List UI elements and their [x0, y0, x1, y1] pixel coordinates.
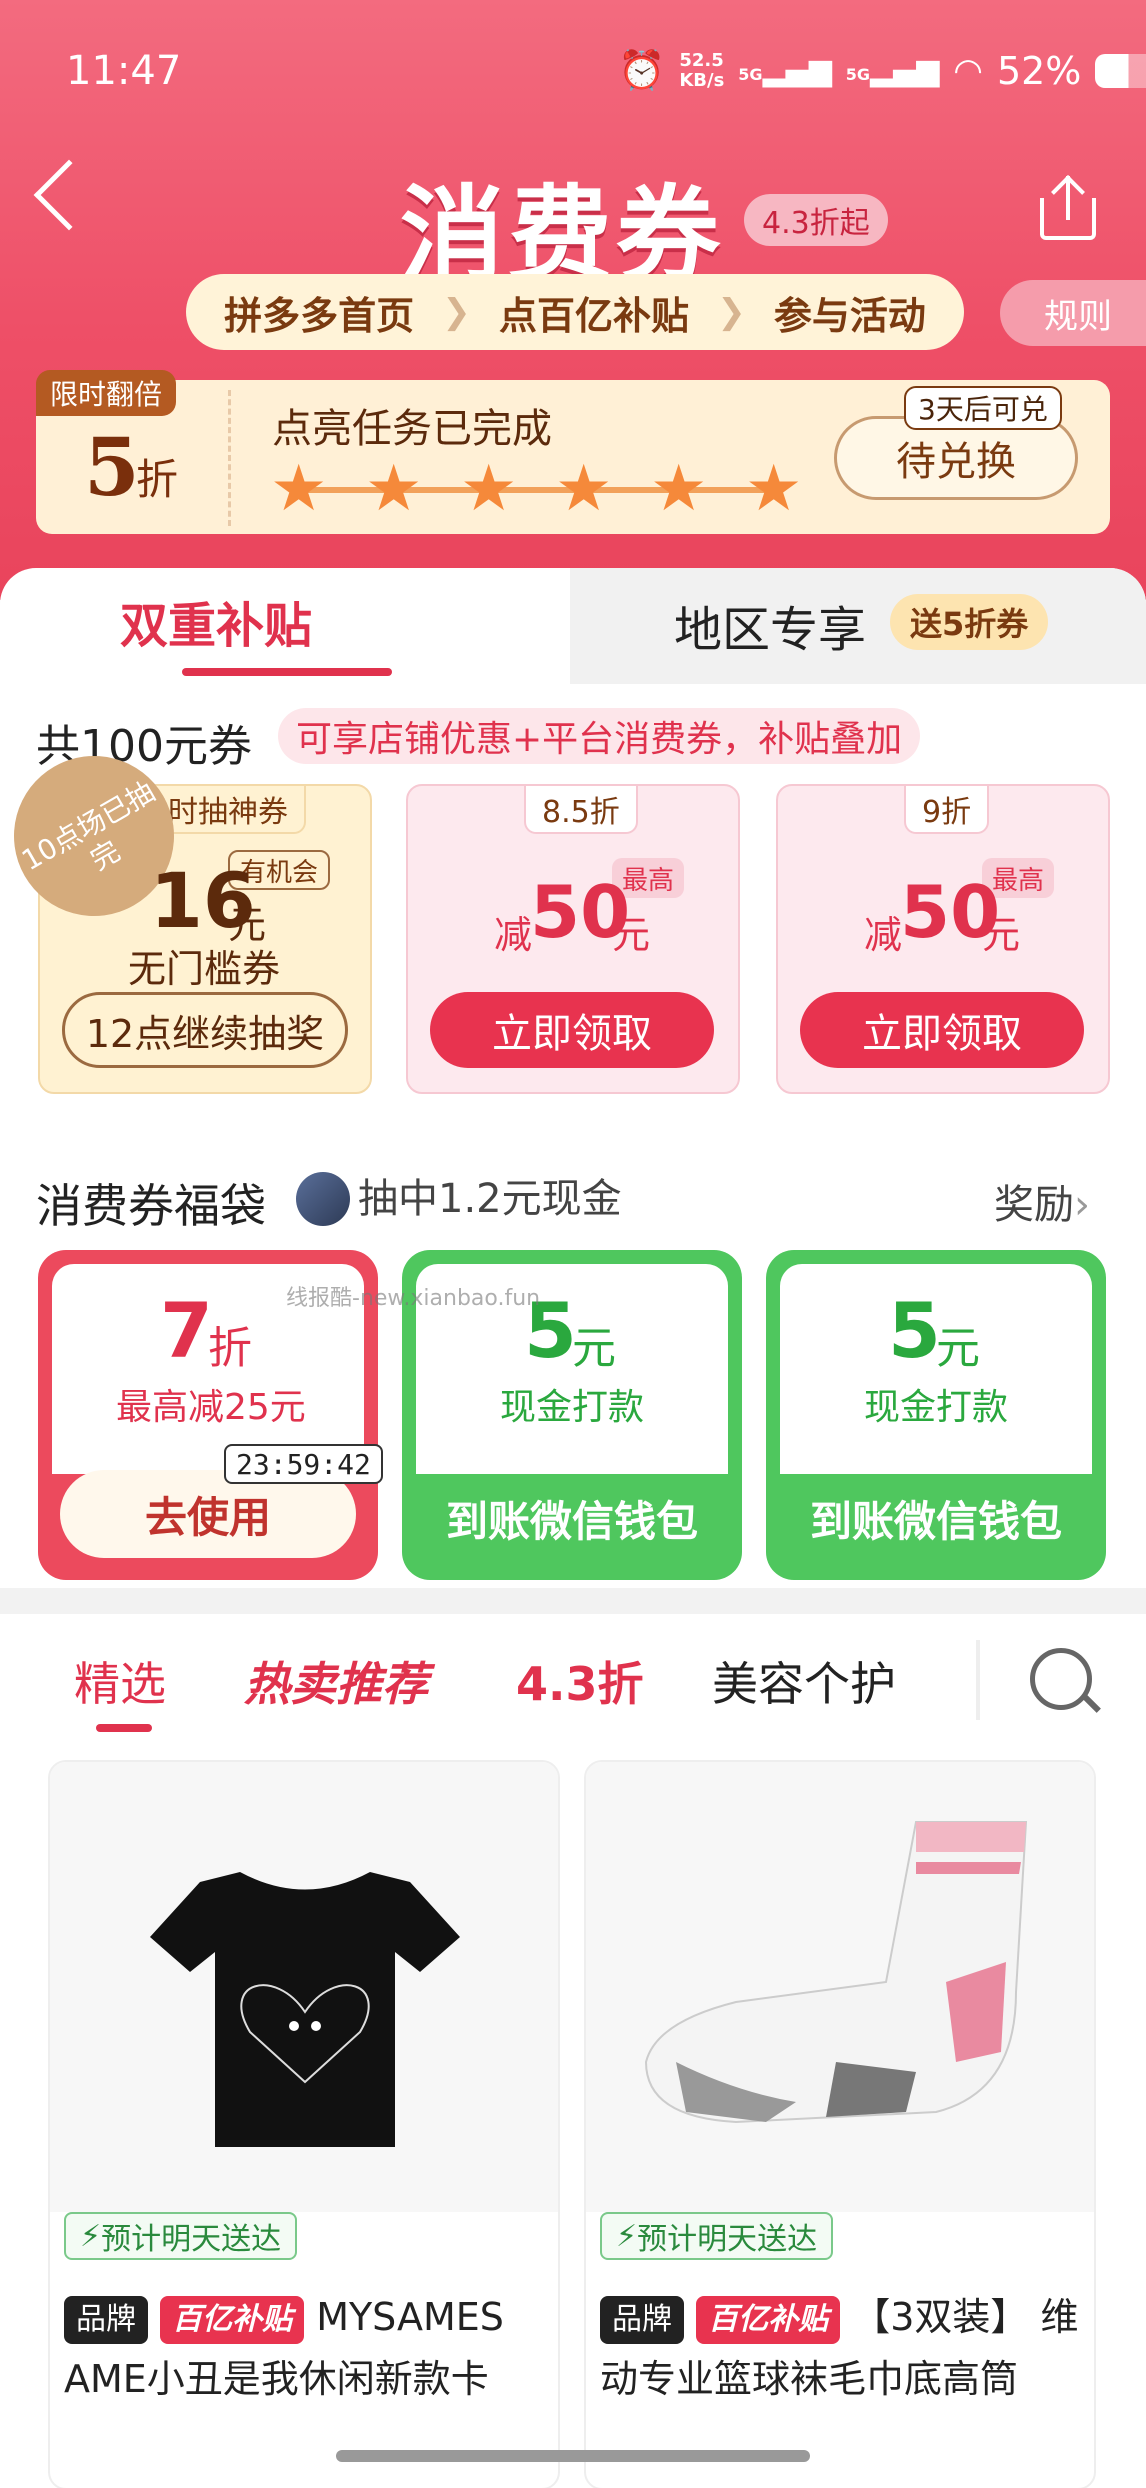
net-speed: 52.5 KB/s	[679, 49, 725, 91]
reward-unit: 元	[936, 1323, 980, 1374]
task-discount: 5	[84, 420, 140, 514]
delivery-badge: ⚡ 预计明天送达	[64, 2212, 298, 2260]
tab-regional[interactable]: 地区专享	[674, 590, 866, 660]
battery-text: 52%	[996, 48, 1082, 93]
signal-icon-2: 5G▂▄▆	[845, 53, 940, 88]
product-title: 品牌 百亿补贴 MYSAMES AME小丑是我休闲新款卡	[64, 2295, 504, 2401]
star-icon: ★	[555, 452, 613, 526]
reward-value: 7	[160, 1286, 213, 1375]
chevron-right-icon: ❯	[717, 292, 746, 332]
star-icon: ★	[745, 452, 803, 526]
coupon-desc: 无门槛券	[128, 947, 281, 991]
coupon-unit: 元	[982, 913, 1021, 957]
steps-bar: 拼多多首页 ❯ 点百亿补贴 ❯ 参与活动	[186, 274, 964, 350]
home-indicator[interactable]	[336, 2450, 810, 2462]
rules-button[interactable]: 规则	[1000, 280, 1146, 346]
task-discount-suffix: 折	[136, 455, 179, 504]
subsidy-badge: 百亿补贴	[160, 2295, 305, 2344]
total-pill: 可享店铺优惠+平台消费券，补贴叠加	[278, 708, 921, 764]
star-icon: ★	[460, 452, 518, 526]
countdown-timer: 23:59:42	[224, 1444, 383, 1484]
subsidy-badge: 百亿补贴	[696, 2295, 841, 2344]
tab-underline	[182, 668, 392, 676]
tab-regional-badge: 送5折券	[890, 594, 1049, 650]
divider	[228, 390, 231, 526]
coupon-unit: 元	[612, 913, 651, 957]
product-tab-discount[interactable]: 4.3折	[516, 1648, 644, 1714]
reward-value: 5	[888, 1286, 941, 1375]
product-card[interactable]: ⚡ 预计明天送达 品牌 百亿补贴 MYSAMES AME小丑是我休闲新款卡	[48, 1760, 560, 2488]
signal-icon: 5G▂▄▆	[738, 53, 832, 88]
chevron-right-icon: ›	[1074, 1182, 1090, 1228]
search-icon[interactable]	[1030, 1648, 1092, 1710]
alarm-icon: ⏰	[618, 48, 666, 92]
star-icon: ★	[365, 452, 423, 526]
reward-sub: 现金打款	[500, 1387, 645, 1428]
reward-unit: 折	[208, 1323, 252, 1374]
task-title: 点亮任务已完成	[272, 406, 552, 452]
product-tab-hot[interactable]: 热卖推荐	[244, 1648, 428, 1714]
star-icon: ★	[270, 452, 328, 526]
coupon-label: 8.5折	[524, 786, 638, 834]
product-card[interactable]: ⚡ 预计明天送达 品牌 百亿补贴 【3双装】 维动专业篮球袜毛巾底高筒	[584, 1760, 1096, 2488]
task-badge: 限时翻倍	[36, 370, 177, 416]
claim-button[interactable]: 立即领取	[800, 992, 1084, 1068]
product-image	[586, 1762, 1094, 2212]
reward-unit: 元	[572, 1323, 616, 1374]
claim-button[interactable]: 立即领取	[430, 992, 714, 1068]
reward-sub: 最高减25元	[116, 1387, 306, 1428]
share-icon[interactable]	[1040, 175, 1096, 240]
step-2: 点百亿补贴	[498, 293, 689, 338]
wifi-icon: ◠	[953, 50, 983, 91]
tab-double-subsidy[interactable]: 双重补贴	[120, 586, 312, 656]
product-tab-beauty[interactable]: 美容个护	[712, 1648, 896, 1714]
fortune-bag-title: 消费券福袋	[36, 1179, 266, 1233]
star-icon: ★	[650, 452, 708, 526]
avatar	[296, 1172, 350, 1226]
status-time: 11:47	[66, 48, 182, 94]
rewards-link[interactable]: 奖励›	[994, 1172, 1090, 1230]
brand-badge: 品牌	[64, 2295, 148, 2344]
coupon-prefix: 减	[864, 913, 903, 957]
chevron-right-icon: ❯	[442, 292, 471, 332]
product-tab-underline	[96, 1724, 152, 1732]
coupon-label: 9折	[904, 786, 990, 834]
step-1: 拼多多首页	[224, 293, 415, 338]
reward-sub: 现金打款	[864, 1387, 1009, 1428]
coupon-prefix: 减	[494, 913, 533, 957]
lightning-icon: ⚡	[80, 2218, 102, 2254]
brand-badge: 品牌	[600, 2295, 684, 2344]
product-image	[50, 1762, 558, 2212]
exchange-tag: 3天后可兑	[904, 386, 1062, 430]
watermark: 线报酷-new.xianbao.fun	[286, 1286, 541, 1311]
title-tag: 4.3折起	[744, 194, 888, 246]
divider	[976, 1640, 980, 1720]
wechat-wallet-button[interactable]: 到账微信钱包	[766, 1456, 1106, 1580]
status-icons: ⏰ 52.5 KB/s 5G▂▄▆ 5G▂▄▆ ◠ 52%	[618, 48, 1146, 93]
product-tab-featured[interactable]: 精选	[74, 1648, 166, 1714]
wechat-wallet-button[interactable]: 到账微信钱包	[402, 1456, 742, 1580]
fortune-bag-ticker: 抽中1.2元现金	[358, 1176, 622, 1216]
step-3: 参与活动	[773, 293, 926, 338]
battery-icon	[1095, 53, 1146, 88]
lightning-icon: ⚡	[616, 2218, 638, 2254]
lottery-button[interactable]: 12点继续抽奖	[62, 992, 348, 1068]
product-title: 品牌 百亿补贴 【3双装】 维动专业篮球袜毛巾底高筒	[600, 2295, 1079, 2401]
delivery-badge: ⚡ 预计明天送达	[600, 2212, 834, 2260]
